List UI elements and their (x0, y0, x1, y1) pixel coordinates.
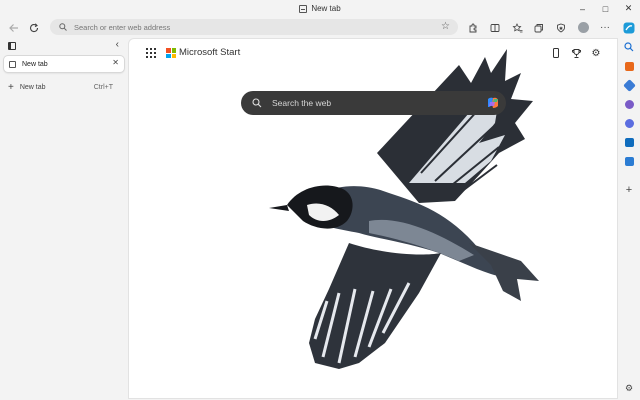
browser-toolbar: Search or enter web address ☆ ··· (0, 17, 640, 38)
tab-actions-icon[interactable] (8, 42, 16, 50)
web-search-placeholder: Search the web (272, 98, 332, 108)
window-title: New tab (299, 4, 341, 13)
copilot-icon[interactable] (486, 96, 500, 110)
window-controls: – □ ✕ (571, 0, 640, 17)
search-icon (59, 23, 67, 31)
new-tab-shortcut: Ctrl+T (93, 83, 113, 91)
collapse-pane-icon[interactable]: ‹ (116, 39, 119, 50)
tab-page-icon (9, 60, 16, 68)
refresh-button[interactable] (24, 18, 44, 38)
close-window-button[interactable]: ✕ (617, 0, 640, 17)
vertical-tab-new-tab[interactable]: New tab ✕ (4, 56, 124, 72)
close-tab-icon[interactable]: ✕ (112, 58, 119, 67)
word-icon[interactable] (622, 154, 636, 168)
new-tab-button[interactable]: + New tab Ctrl+T (4, 80, 124, 94)
microsoft-logo-icon (166, 48, 176, 58)
search-icon[interactable] (622, 40, 636, 54)
title-bar: New tab – □ ✕ (0, 0, 640, 17)
new-tab-page: Microsoft Start ⚙ Search the web (128, 38, 618, 399)
settings-icon[interactable]: ⚙ (622, 381, 636, 395)
tag-icon[interactable] (622, 78, 636, 92)
add-icon[interactable]: + (622, 183, 636, 197)
star-icon[interactable]: ☆ (441, 21, 450, 32)
arrow-left-icon (9, 23, 18, 32)
office-icon[interactable] (622, 116, 636, 130)
address-bar[interactable]: Search or enter web address ☆ (50, 19, 458, 35)
app-launcher-icon[interactable] (146, 48, 156, 58)
mobile-icon[interactable] (549, 45, 563, 61)
collections-icon[interactable] (528, 18, 550, 38)
people-icon[interactable] (622, 97, 636, 111)
favorites-icon[interactable] (506, 18, 528, 38)
minimize-button[interactable]: – (571, 0, 594, 17)
more-menu-button[interactable]: ··· (594, 18, 616, 38)
header-actions: ⚙ (549, 45, 603, 61)
toolbar-tools: ··· (462, 17, 616, 38)
new-tab-label: New tab (19, 83, 46, 91)
tab-label: New tab (22, 60, 48, 68)
brand-title[interactable]: Microsoft Start (179, 47, 240, 58)
rewards-trophy-icon[interactable] (569, 45, 583, 61)
profile-avatar[interactable] (572, 18, 594, 38)
address-placeholder: Search or enter web address (74, 22, 171, 32)
plus-icon: + (8, 81, 14, 93)
browser-essentials-icon[interactable] (550, 18, 572, 38)
extensions-icon[interactable] (462, 18, 484, 38)
back-button[interactable] (4, 18, 24, 38)
window-title-text: New tab (311, 4, 341, 13)
settings-gear-icon[interactable]: ⚙ (589, 45, 603, 61)
maximize-button[interactable]: □ (594, 0, 617, 17)
tab-page-icon (299, 4, 308, 13)
outlook-icon[interactable] (622, 135, 636, 149)
shopping-icon[interactable] (622, 59, 636, 73)
web-search-box[interactable]: Search the web (241, 91, 506, 115)
split-screen-icon[interactable] (484, 18, 506, 38)
refresh-icon (30, 22, 39, 32)
search-icon (252, 98, 262, 108)
copilot-icon[interactable] (622, 21, 636, 35)
right-sidebar: + ⚙ (618, 17, 640, 400)
vertical-tabs-pane: ‹ New tab ✕ + New tab Ctrl+T (0, 38, 128, 400)
